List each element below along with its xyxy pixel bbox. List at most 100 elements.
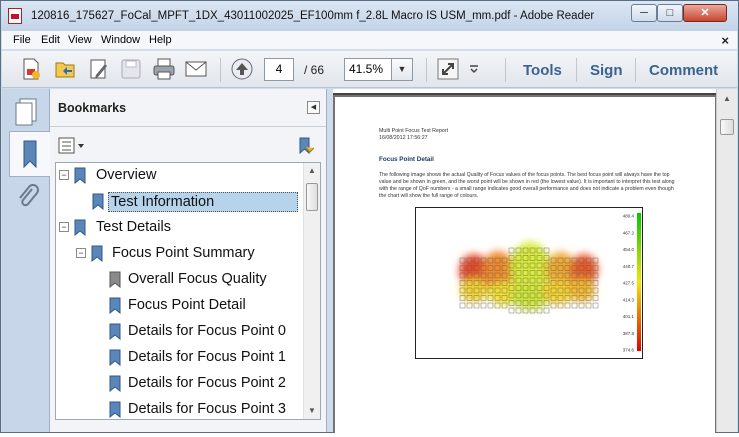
bookmark-item-focus-point-3[interactable]: Details for Focus Point 3 xyxy=(56,399,301,419)
focus-point-marker xyxy=(571,302,578,309)
colorbar-tick-label: 387.8 xyxy=(623,331,635,336)
bookmark-icon xyxy=(74,167,86,184)
tools-pane-button[interactable]: Tools xyxy=(523,62,562,79)
focus-point-marker xyxy=(473,302,480,309)
focus-point-marker xyxy=(508,247,515,254)
focus-point-marker xyxy=(592,295,599,301)
focus-point-marker xyxy=(466,302,473,309)
pdf-app-icon xyxy=(8,8,22,24)
create-pdf-icon[interactable] xyxy=(19,57,43,81)
colorbar-tick-label: 374.6 xyxy=(623,348,635,353)
bookmark-tree-scrollbar[interactable]: ▲ ▼ xyxy=(303,163,320,419)
bookmark-item-focus-point-1[interactable]: Details for Focus Point 1 xyxy=(56,347,301,371)
save-icon[interactable] xyxy=(119,57,143,81)
bookmark-item-focus-point-detail[interactable]: Focus Point Detail xyxy=(56,295,301,319)
toolbar-separator xyxy=(220,58,221,82)
colorbar-ticks: 480.4 467.2 454.0 440.7 427.5 414.3 401.1 387.8… xyxy=(623,214,635,353)
bookmark-label: Details for Focus Point 1 xyxy=(128,349,286,365)
pdf-page: Multi Point Focus Test Report 16/08/2012… xyxy=(335,97,715,437)
menu-window[interactable]: Window xyxy=(101,34,140,46)
bookmark-label: Overall Focus Quality xyxy=(128,271,267,287)
bookmark-label: Details for Focus Point 2 xyxy=(128,375,286,391)
page-number-input[interactable]: 4 xyxy=(264,58,294,81)
navigation-pane-tabs xyxy=(2,89,51,432)
window-title: 120816_175627_FoCal_MPFT_1DX_43011002025… xyxy=(31,10,595,22)
bookmark-label: Focus Point Summary xyxy=(112,245,255,261)
bookmark-label: Test Details xyxy=(96,219,171,235)
bookmark-item-focus-point-summary[interactable]: − Focus Point Summary xyxy=(56,243,301,267)
close-window-button[interactable]: ✕ xyxy=(683,4,727,22)
focus-point-marker xyxy=(543,307,550,314)
bookmark-item-focus-point-0[interactable]: Details for Focus Point 0 xyxy=(56,321,301,345)
colorbar-tick-label: 414.3 xyxy=(623,297,635,302)
focus-point-marker xyxy=(564,302,571,309)
bookmark-item-test-details[interactable]: − Test Details xyxy=(56,217,301,241)
previous-page-icon[interactable] xyxy=(230,57,254,81)
bookmark-label: Details for Focus Point 3 xyxy=(128,401,286,417)
fullscreen-icon[interactable] xyxy=(436,57,460,81)
scroll-up-arrow-icon[interactable]: ▲ xyxy=(719,91,735,107)
colorbar-tick-label: 467.2 xyxy=(623,230,635,235)
collapse-panel-button[interactable]: ◀ xyxy=(307,101,320,114)
bookmark-icon xyxy=(109,349,121,366)
section-heading: Focus Point Detail xyxy=(379,156,434,163)
minimize-button[interactable]: ─ xyxy=(631,4,657,22)
colorbar-tick-label: 440.7 xyxy=(623,264,635,269)
focus-point-marker xyxy=(585,302,592,309)
bookmark-item-overall-focus-quality[interactable]: Overall Focus Quality xyxy=(56,269,301,293)
collapse-toggle[interactable]: − xyxy=(59,170,69,180)
menu-help[interactable]: Help xyxy=(149,34,172,46)
bookmark-icon xyxy=(91,245,103,262)
focus-heatmap-chart: 480.4 467.2 454.0 440.7 427.5 414.3 401.1 387.8… xyxy=(415,207,643,359)
bookmark-label: Details for Focus Point 0 xyxy=(128,323,286,339)
email-icon[interactable] xyxy=(184,57,208,81)
bookmarks-panel: Bookmarks ◀ − Overview Test Information … xyxy=(50,89,326,432)
edit-pen-icon[interactable] xyxy=(87,57,111,81)
bookmark-item-overview[interactable]: − Overview xyxy=(56,165,301,189)
pane-splitter[interactable] xyxy=(326,89,333,432)
scroll-up-arrow-icon[interactable]: ▲ xyxy=(304,163,320,179)
comment-pane-button[interactable]: Comment xyxy=(649,62,718,79)
attachments-paperclip-icon[interactable] xyxy=(12,181,44,213)
open-file-icon[interactable] xyxy=(53,57,77,81)
colorbar-tick-label: 480.4 xyxy=(623,214,635,219)
bookmarks-tab[interactable] xyxy=(9,131,51,177)
colorbar-tick-label: 427.5 xyxy=(623,281,635,286)
collapse-toggle[interactable]: − xyxy=(76,248,86,258)
section-body-text: The following image shows the actual Qua… xyxy=(379,172,675,199)
collapse-toggle[interactable]: − xyxy=(59,222,69,232)
bookmark-icon xyxy=(92,193,104,210)
menu-bar: File Edit View Window Help × xyxy=(2,31,737,50)
menu-edit[interactable]: Edit xyxy=(41,34,60,46)
toolbar: 4 / 66 41.5% ▼ Tools Sign Comment xyxy=(2,51,737,88)
bookmark-label: Overview xyxy=(96,167,157,183)
menu-view[interactable]: View xyxy=(68,34,92,46)
focus-point-marker xyxy=(459,302,466,309)
bookmark-icon xyxy=(109,375,121,392)
more-tools-chevron-icon[interactable] xyxy=(468,57,480,81)
bookmark-item-focus-point-2[interactable]: Details for Focus Point 2 xyxy=(56,373,301,397)
bookmark-icon xyxy=(109,297,121,314)
scroll-thumb[interactable] xyxy=(306,183,318,211)
scroll-down-arrow-icon[interactable]: ▼ xyxy=(304,403,320,419)
bookmark-icon xyxy=(74,219,86,236)
print-icon[interactable] xyxy=(152,57,176,81)
zoom-input[interactable]: 41.5% xyxy=(344,58,392,81)
bookmark-icon xyxy=(109,323,121,340)
bookmark-tree: − Overview Test Information − Test Detai… xyxy=(55,162,321,420)
bookmark-item-test-information[interactable]: Test Information xyxy=(56,191,301,215)
title-bar: 120816_175627_FoCal_MPFT_1DX_43011002025… xyxy=(1,1,738,31)
bookmark-icon xyxy=(109,401,121,418)
page-thumbnails-icon[interactable] xyxy=(10,95,44,129)
sign-pane-button[interactable]: Sign xyxy=(590,62,623,79)
close-document-button[interactable]: × xyxy=(721,33,729,48)
report-header: Multi Point Focus Test Report 16/08/2012… xyxy=(379,128,448,142)
document-scrollbar[interactable]: ▲ xyxy=(716,89,737,432)
maximize-button[interactable]: □ xyxy=(657,4,683,22)
expand-current-bookmark-icon[interactable] xyxy=(294,135,316,157)
zoom-dropdown-button[interactable]: ▼ xyxy=(391,58,413,81)
menu-file[interactable]: File xyxy=(13,34,31,46)
toolbar-separator xyxy=(635,58,636,82)
bookmark-options-icon[interactable] xyxy=(58,137,86,155)
scroll-thumb[interactable] xyxy=(720,119,734,135)
